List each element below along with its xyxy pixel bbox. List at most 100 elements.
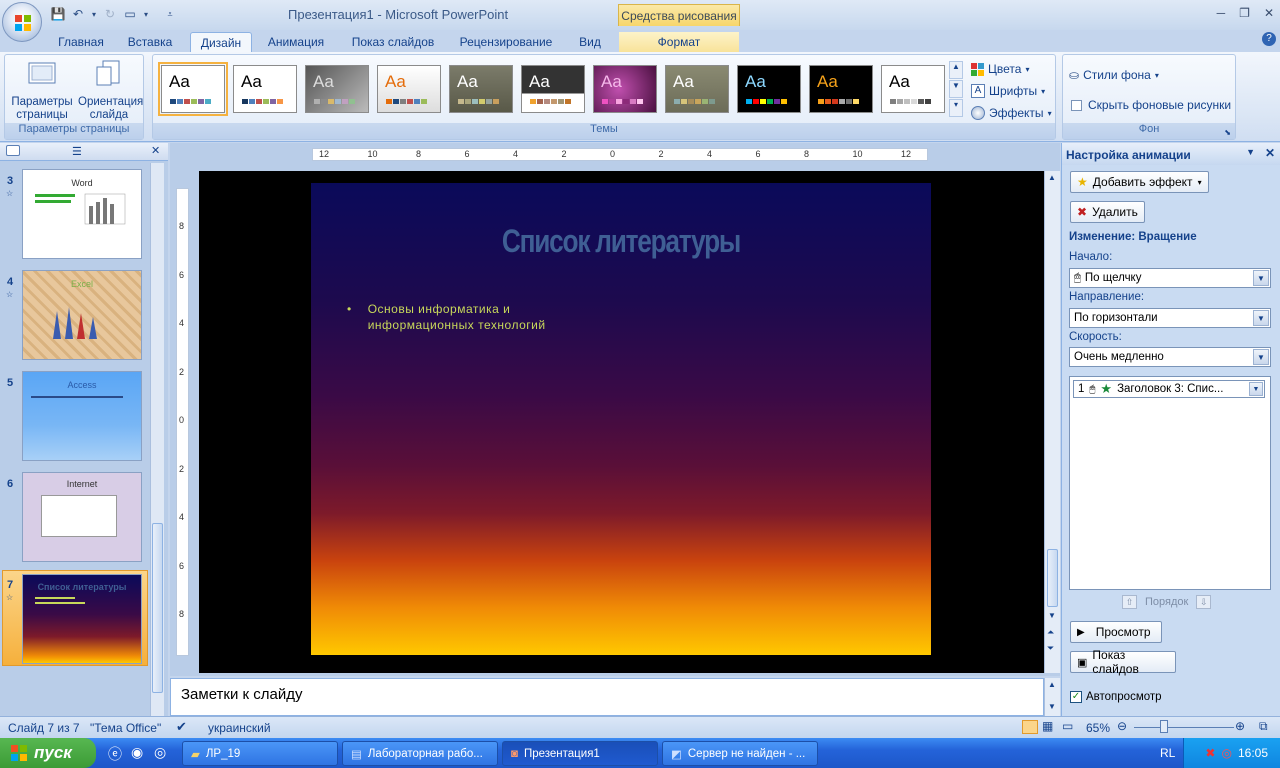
start-button[interactable]: пуск [0, 738, 96, 768]
notes-area[interactable]: Заметки к слайду [170, 678, 1044, 716]
slide-title[interactable]: Список литературы [367, 223, 875, 260]
dialog-launcher-icon[interactable]: ⬊ [1224, 128, 1231, 137]
office-button[interactable] [2, 2, 42, 42]
speed-select[interactable]: Очень медленно ▼ [1069, 347, 1271, 367]
close-icon[interactable]: ✕ [1265, 146, 1275, 160]
tab-design[interactable]: Дизайн [190, 32, 252, 52]
scroll-down-icon[interactable]: ▼ [1048, 611, 1056, 620]
chevron-down-icon[interactable]: ▼ [1253, 310, 1269, 326]
slide-orientation-button[interactable]: Ориентация слайда [75, 59, 143, 122]
language-indicator[interactable]: украинский [208, 721, 271, 735]
animation-list[interactable]: 1 🖱 ★ Заголовок 3: Спис... ▼ [1069, 376, 1271, 590]
scroll-up-icon[interactable]: ▲ [1048, 173, 1056, 182]
save-icon[interactable]: 💾 [50, 6, 66, 22]
slideshow-icon[interactable]: ▭ [122, 6, 138, 22]
redo-icon[interactable]: ↻ [102, 6, 118, 22]
colors-button[interactable]: Цвета ▾ [971, 59, 1029, 79]
zoom-slider[interactable] [1134, 727, 1234, 728]
network-icon[interactable]: ✖ [1205, 746, 1215, 760]
pane-menu-icon[interactable]: ▼ [1246, 147, 1255, 157]
keyboard-layout[interactable]: RL [1160, 746, 1175, 760]
animation-list-item[interactable]: 1 🖱 ★ Заголовок 3: Спис... ▼ [1073, 380, 1265, 398]
page-setup-button[interactable]: Параметры страницы [9, 59, 75, 122]
normal-view-icon[interactable] [1022, 720, 1038, 734]
tab-view[interactable]: Вид [570, 32, 610, 52]
theme-thumbnail[interactable]: Aa [593, 65, 657, 113]
theme-thumbnail[interactable]: Aa [158, 62, 228, 116]
gallery-up-icon[interactable]: ▲ [949, 61, 963, 79]
fonts-button[interactable]: A Шрифты ▾ [971, 81, 1045, 101]
scroll-up-icon[interactable]: ▲ [1048, 680, 1056, 689]
theme-thumbnail[interactable]: Aa [305, 65, 369, 113]
taskbar-item-folder[interactable]: ▰ ЛР_19 [182, 741, 338, 766]
slide-scrollbar[interactable]: ▲ ▼ ⏶ ⏷ [1044, 171, 1060, 673]
slides-panel-scrollbar[interactable] [150, 163, 164, 716]
theme-thumbnail[interactable]: Aa [233, 65, 297, 113]
direction-select[interactable]: По горизонтали ▼ [1069, 308, 1271, 328]
spellcheck-icon[interactable]: ✔ [176, 719, 187, 735]
preview-button[interactable]: ▶ Просмотр [1070, 621, 1162, 643]
reading-view-icon[interactable]: ▭ [1062, 719, 1073, 733]
tab-review[interactable]: Рецензирование [452, 32, 560, 52]
zoom-slider-thumb[interactable] [1160, 720, 1168, 733]
current-slide[interactable]: Список литературы • Основы информатика и… [311, 183, 931, 655]
chrome-icon[interactable]: ◉ [131, 744, 143, 761]
move-up-icon[interactable]: ⇧ [1122, 595, 1137, 609]
move-down-icon[interactable]: ⇩ [1196, 595, 1212, 609]
media-icon[interactable]: ◎ [154, 744, 166, 761]
close-icon[interactable]: ✕ [1264, 6, 1274, 20]
previous-slide-icon[interactable]: ⏶ [1047, 627, 1054, 638]
start-select[interactable]: 🖱 По щелчку ▼ [1069, 268, 1271, 288]
slide-sorter-icon[interactable]: ▦ [1042, 719, 1053, 733]
scroll-down-icon[interactable]: ▼ [1048, 702, 1056, 711]
dropdown-arrow-icon[interactable]: ▾ [142, 6, 150, 22]
theme-thumbnail[interactable]: Aa [449, 65, 513, 113]
gallery-down-icon[interactable]: ▼ [949, 80, 963, 98]
maximize-icon[interactable]: ❐ [1239, 6, 1250, 20]
chevron-down-icon[interactable]: ▼ [1253, 270, 1269, 286]
help-icon[interactable]: ? [1262, 32, 1276, 46]
notes-scrollbar[interactable]: ▲ ▼ [1044, 678, 1060, 716]
theme-thumbnail[interactable]: Aa [881, 65, 945, 113]
undo-icon[interactable]: ↶ [70, 6, 86, 22]
fit-to-window-icon[interactable]: ⧉ [1259, 719, 1268, 734]
tab-home[interactable]: Главная [50, 32, 112, 52]
antivirus-icon[interactable]: ◎ [1221, 746, 1231, 760]
minimize-icon[interactable]: ─ [1217, 6, 1226, 20]
chevron-down-icon[interactable]: ▼ [1253, 349, 1269, 365]
zoom-level[interactable]: 65% [1086, 721, 1110, 735]
theme-thumbnail[interactable]: Aa [737, 65, 801, 113]
tab-animation[interactable]: Анимация [258, 32, 334, 52]
effects-button[interactable]: Эффекты ▾ [971, 103, 1052, 123]
close-panel-icon[interactable]: ✕ [151, 144, 160, 157]
theme-thumbnail[interactable]: Aa [665, 65, 729, 113]
hide-background-checkbox[interactable]: Скрыть фоновые рисунки [1071, 95, 1231, 115]
tab-format[interactable]: Формат [619, 32, 739, 52]
slide-bullet[interactable]: • Основы информатика и информационных те… [347, 301, 546, 333]
background-styles-button[interactable]: ⛀ Стили фона ▾ [1069, 65, 1159, 85]
taskbar-item-word[interactable]: ▤ Лабораторная рабо... [342, 741, 498, 766]
tab-slideshow[interactable]: Показ слайдов [343, 32, 443, 52]
chevron-down-icon[interactable]: ▼ [1249, 382, 1263, 396]
next-slide-icon[interactable]: ⏷ [1047, 643, 1054, 654]
slide-thumbnail-7[interactable]: Список литературы [22, 574, 142, 664]
zoom-out-icon[interactable]: ⊖ [1117, 719, 1127, 733]
theme-thumbnail[interactable]: Aa [809, 65, 873, 113]
outline-tab-icon[interactable]: ☰ [72, 145, 82, 158]
theme-thumbnail[interactable]: Aa [377, 65, 441, 113]
slides-tab-icon[interactable] [6, 145, 20, 156]
taskbar-item-browser[interactable]: ◩ Сервер не найден - ... [662, 741, 818, 766]
add-effect-button[interactable]: ★ Добавить эффект ▾ [1070, 171, 1209, 193]
ie-icon[interactable]: ⓔ [108, 744, 122, 764]
slide-thumbnail-4[interactable]: Excel [22, 270, 142, 360]
slide-thumbnail-5[interactable]: Access [22, 371, 142, 461]
slide-thumbnail-6[interactable]: Internet [22, 472, 142, 562]
dropdown-arrow-icon[interactable]: ▾ [90, 6, 98, 22]
theme-thumbnail[interactable]: Aa [521, 65, 585, 113]
gallery-more-icon[interactable]: ▾ [949, 99, 963, 117]
theme-name[interactable]: "Тема Office" [90, 721, 161, 735]
scrollbar-thumb[interactable] [152, 523, 163, 693]
autopreview-checkbox[interactable]: ✓ Автопросмотр [1070, 691, 1162, 703]
zoom-in-icon[interactable]: ⊕ [1235, 719, 1245, 733]
customize-qat-icon[interactable]: ⩡ [162, 6, 178, 22]
